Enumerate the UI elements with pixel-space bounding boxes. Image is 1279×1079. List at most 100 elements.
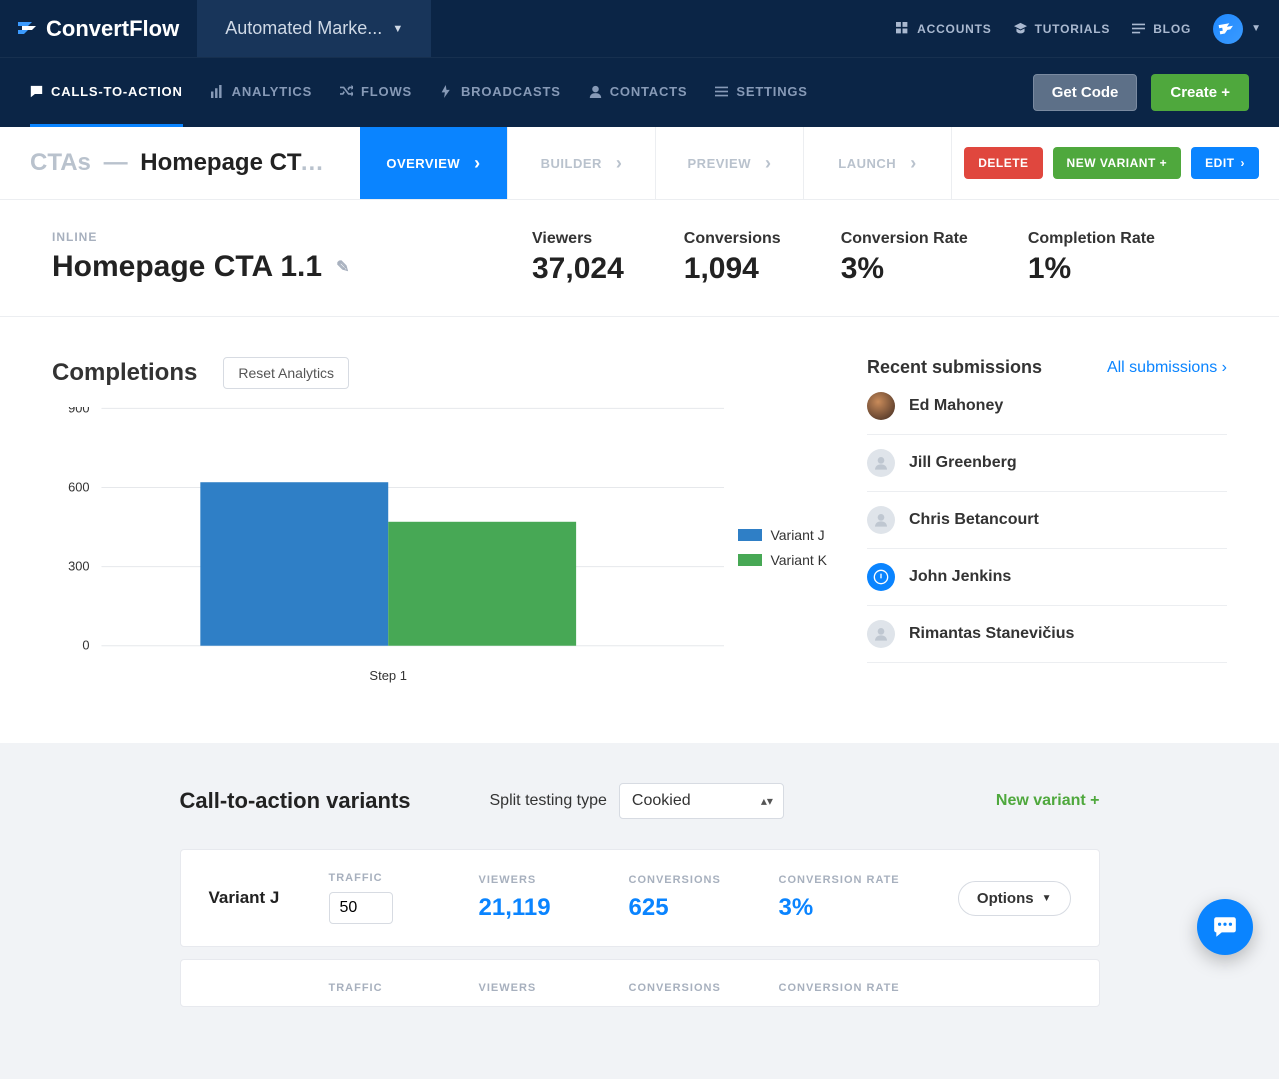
chart-svg-wrap: 0300600900 Step 1 [52, 407, 724, 683]
breadcrumb-root[interactable]: CTAs [30, 149, 91, 176]
variant-viewers-label: VIEWERS [479, 874, 629, 886]
nav-tutorials[interactable]: TUTORIALS [1014, 22, 1111, 36]
select-caret-icon: ▴▾ [761, 794, 773, 808]
stat-viewers-label: Viewers [532, 230, 624, 248]
new-variant-link[interactable]: New variant + [996, 792, 1100, 810]
stat-conv-rate-value: 3% [841, 252, 968, 286]
split-testing-label: Split testing type [490, 792, 607, 810]
create-button[interactable]: Create + [1151, 74, 1249, 111]
workspace-name: Automated Marke... [225, 18, 382, 39]
nav-broadcasts-label: BROADCASTS [461, 84, 561, 99]
mid-section: Completions Reset Analytics 0300600900 S… [0, 317, 1279, 743]
variant-conversions-label: CONVERSIONS [629, 982, 779, 994]
variants-section: Call-to-action variants Split testing ty… [0, 743, 1279, 1079]
stat-conv-rate: Conversion Rate 3% [841, 230, 968, 286]
nav-broadcasts[interactable]: BROADCASTS [440, 58, 561, 127]
tab-launch[interactable]: LAUNCH [804, 127, 952, 199]
stat-comp-rate-label: Completion Rate [1028, 230, 1155, 248]
tab-launch-label: LAUNCH [838, 156, 896, 171]
legend-item[interactable]: Variant K [738, 552, 827, 568]
submission-row[interactable]: Rimantas Stanevičius [867, 606, 1227, 663]
avatar [867, 392, 895, 420]
variant-traffic: TRAFFIC [329, 982, 479, 1002]
submission-name: Ed Mahoney [909, 397, 1003, 415]
avatar [867, 620, 895, 648]
variant-conversions: CONVERSIONS625 [629, 874, 779, 922]
user-avatar[interactable] [1213, 14, 1243, 44]
submission-name: Chris Betancourt [909, 511, 1039, 529]
variant-traffic: TRAFFIC [329, 872, 479, 924]
nav-blog-label: BLOG [1153, 22, 1191, 36]
nav-analytics[interactable]: ANALYTICS [211, 58, 312, 127]
delete-button[interactable]: DELETE [964, 147, 1042, 179]
nav-blog[interactable]: BLOG [1132, 22, 1191, 36]
bar-chart-icon [211, 85, 224, 98]
completions-header: Completions Reset Analytics [52, 357, 827, 389]
breadcrumb-sep: — [104, 149, 128, 176]
edit-button-label: EDIT [1205, 156, 1234, 170]
variant-name: Variant J [209, 888, 329, 908]
recent-list: Ed Mahoney Jill Greenberg Chris Betancourt… [867, 378, 1227, 663]
nav-ctas-label: CALLS-TO-ACTION [51, 84, 183, 99]
edit-button[interactable]: EDIT› [1191, 147, 1259, 179]
traffic-input[interactable] [329, 892, 393, 924]
submission-row[interactable]: Chris Betancourt [867, 492, 1227, 549]
get-code-button[interactable]: Get Code [1033, 74, 1138, 111]
split-testing-select[interactable]: Cookied ▴▾ [619, 783, 784, 819]
grid-icon [896, 22, 909, 35]
pencil-icon[interactable]: ✎ [336, 257, 349, 277]
chat-bubble-icon [1212, 914, 1238, 940]
tab-builder[interactable]: BUILDER [508, 127, 656, 199]
reset-analytics-button[interactable]: Reset Analytics [223, 357, 349, 389]
split-testing-value: Cookied [632, 792, 691, 809]
variant-options-button[interactable]: Options ▼ [958, 881, 1071, 916]
tabset: OVERVIEW BUILDER PREVIEW LAUNCH [360, 127, 952, 199]
tab-overview[interactable]: OVERVIEW [360, 127, 508, 199]
legend-label: Variant J [770, 527, 824, 543]
submission-row[interactable]: John Jenkins [867, 549, 1227, 606]
nav-settings[interactable]: SETTINGS [715, 58, 807, 127]
chat-fab[interactable] [1197, 899, 1253, 955]
nav-accounts[interactable]: ACCOUNTS [896, 22, 991, 36]
nav-right: Get Code Create + [1033, 74, 1249, 111]
completions-title: Completions [52, 359, 197, 387]
subbar: CTAs — Homepage CTA 1.1... OVERVIEW BUIL… [0, 127, 1279, 200]
variant-rate-value: 3% [779, 894, 929, 922]
chat-icon [30, 85, 43, 98]
nav-flows[interactable]: FLOWS [340, 58, 412, 127]
legend-item[interactable]: Variant J [738, 527, 827, 543]
chevron-right-icon [765, 153, 772, 174]
variant-conversions: CONVERSIONS [629, 982, 779, 1002]
bar-chart: 0300600900 [52, 407, 724, 657]
nav-items: CALLS-TO-ACTION ANALYTICS FLOWS BROADCAS… [30, 58, 808, 127]
chevron-right-icon [616, 153, 623, 174]
svg-text:600: 600 [68, 479, 89, 494]
variant-viewers-value: 21,119 [479, 894, 629, 922]
navbar: CALLS-TO-ACTION ANALYTICS FLOWS BROADCAS… [0, 57, 1279, 127]
submission-name: John Jenkins [909, 568, 1011, 586]
variant-conversions-label: CONVERSIONS [629, 874, 779, 886]
brand-logo[interactable]: ConvertFlow [0, 0, 197, 57]
caret-down-icon[interactable]: ▼ [1251, 23, 1261, 34]
top-right: ACCOUNTS TUTORIALS BLOG ▼ [896, 0, 1279, 57]
workspace-switcher[interactable]: Automated Marke... ▼ [197, 0, 431, 57]
nav-ctas[interactable]: CALLS-TO-ACTION [30, 58, 183, 127]
cta-name-text: Homepage CTA 1.1 [52, 250, 322, 284]
cta-type: INLINE [52, 230, 532, 244]
breadcrumb-title: Homepage CTA 1.1... [140, 149, 330, 176]
all-submissions-link[interactable]: All submissions › [1107, 359, 1227, 377]
variants-title: Call-to-action variants [180, 788, 490, 814]
tab-overview-label: OVERVIEW [386, 156, 460, 171]
variant-card: Variant JTRAFFICVIEWERS 21,119CONVERSIONS… [180, 849, 1100, 947]
chevron-right-icon [910, 153, 917, 174]
hamburger-icon [715, 85, 728, 98]
new-variant-button[interactable]: NEW VARIANT + [1053, 147, 1182, 179]
variant-rate: CONVERSION RATE3% [779, 874, 929, 922]
nav-flows-label: FLOWS [361, 84, 412, 99]
stat-comp-rate: Completion Rate 1% [1028, 230, 1155, 286]
submission-row[interactable]: Ed Mahoney [867, 378, 1227, 435]
legend-swatch [738, 529, 762, 541]
submission-row[interactable]: Jill Greenberg [867, 435, 1227, 492]
nav-contacts[interactable]: CONTACTS [589, 58, 688, 127]
tab-preview[interactable]: PREVIEW [656, 127, 804, 199]
